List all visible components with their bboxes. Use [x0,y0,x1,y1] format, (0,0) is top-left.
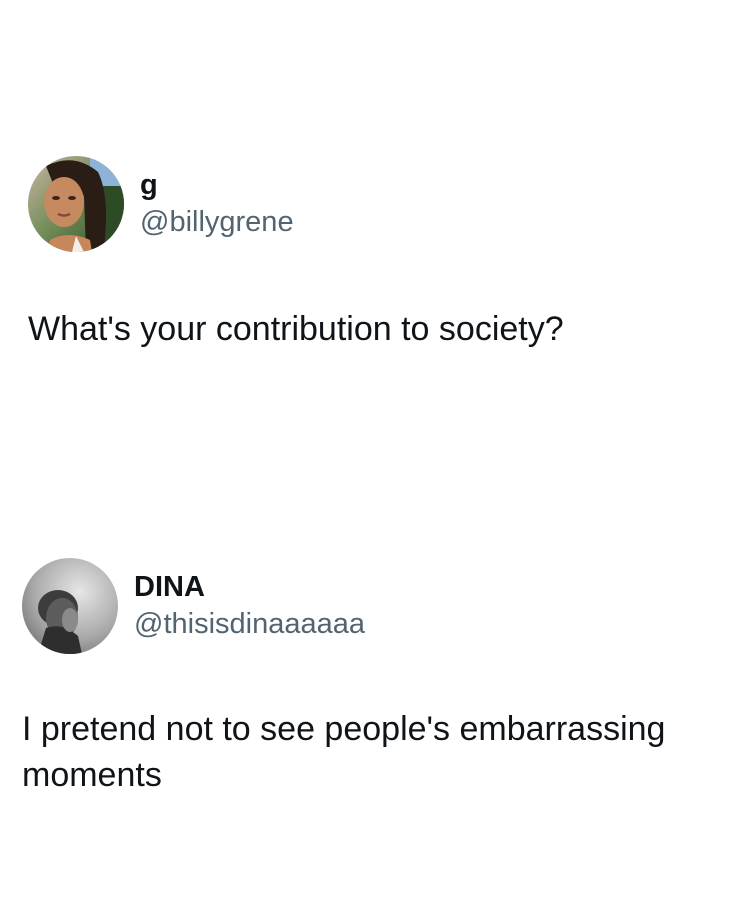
tweet-1-header: g @billygrene [28,156,294,252]
tweet-text: I pretend not to see people's embarrassi… [22,710,666,794]
avatar[interactable] [22,558,118,654]
avatar-photo-woman-icon [28,156,124,252]
display-name[interactable]: DINA [134,569,365,605]
tweet-text: What's your contribution to society? [28,310,564,348]
handle[interactable]: @billygrene [140,203,294,241]
avatar-photo-grayscale-icon [22,558,118,654]
display-name[interactable]: g [140,167,294,203]
tweet-2-header: DINA @thisisdinaaaaaa [22,558,365,654]
handle[interactable]: @thisisdinaaaaaa [134,605,365,643]
avatar[interactable] [28,156,124,252]
